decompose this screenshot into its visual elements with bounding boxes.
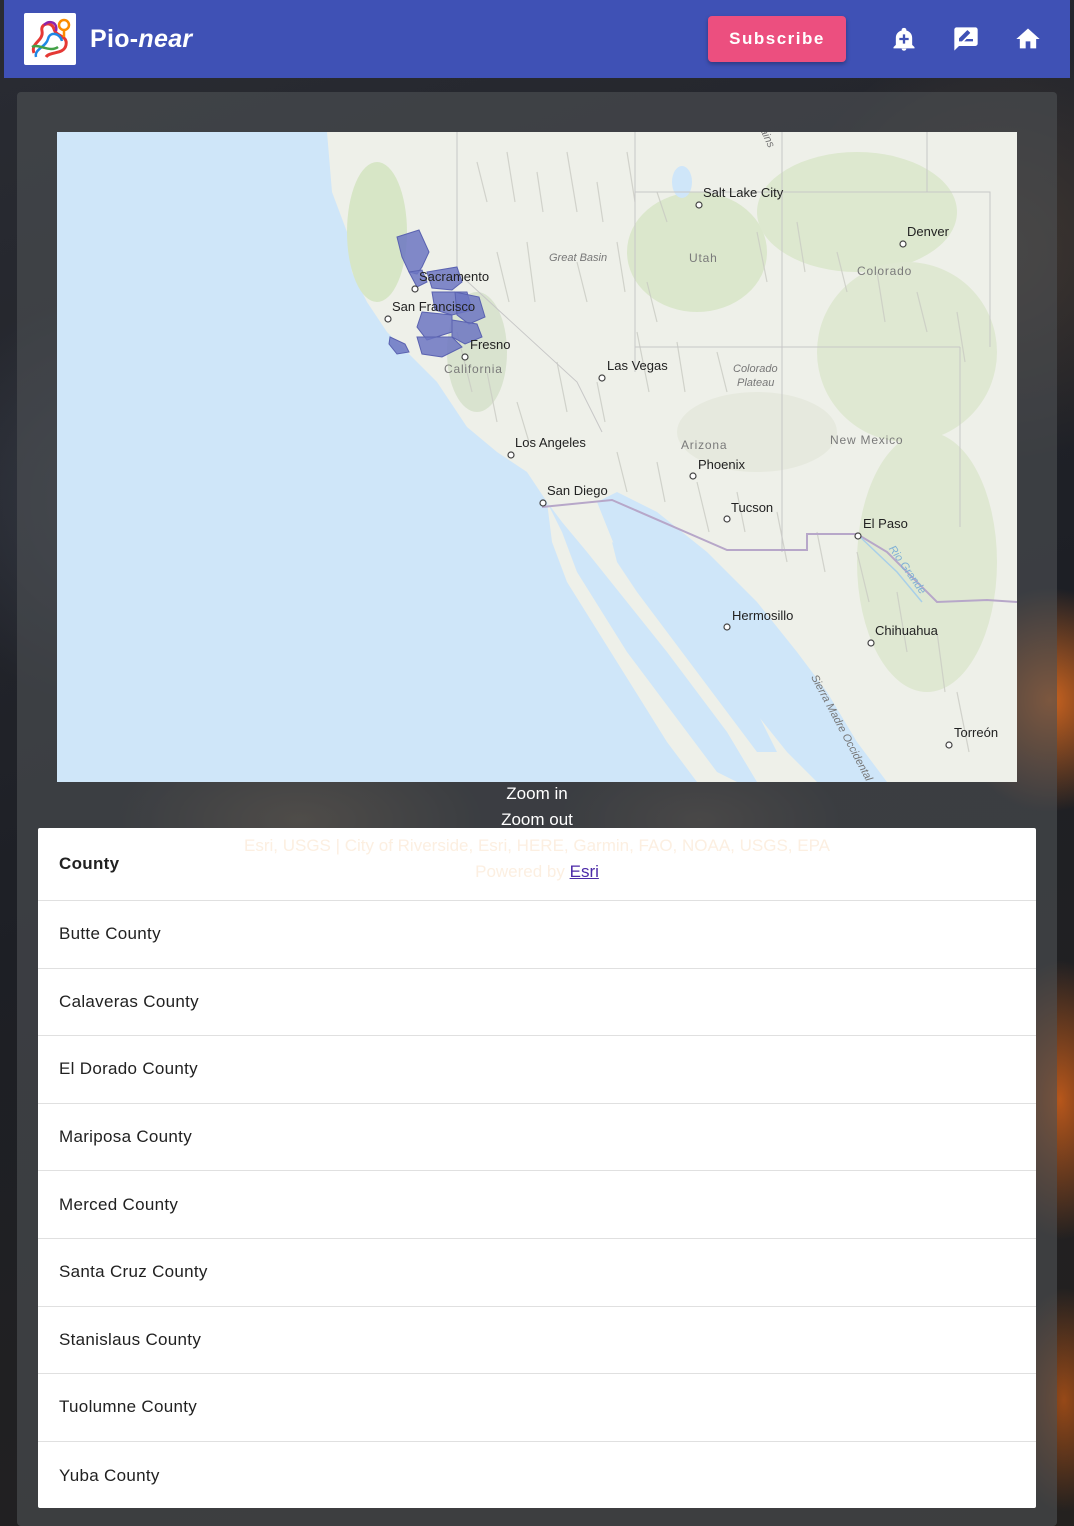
map-label-arizona: Arizona — [681, 438, 728, 452]
map-label-phoenix: Phoenix — [698, 457, 745, 472]
table-row[interactable]: Calaveras County — [38, 969, 1036, 1037]
map-label-tucson: Tucson — [731, 500, 774, 515]
table-row[interactable]: Merced County — [38, 1171, 1036, 1239]
map-label-san-francisco: San Francisco — [392, 299, 476, 314]
map-label-new-mexico: New Mexico — [830, 433, 904, 447]
map-label-san-diego: San Diego — [547, 483, 608, 498]
rate-review-icon — [954, 27, 978, 51]
map-label-hermosillo: Hermosillo — [732, 608, 794, 623]
table-row[interactable]: Yuba County — [38, 1442, 1036, 1510]
add-alert-icon — [893, 27, 915, 51]
table-row[interactable]: Butte County — [38, 901, 1036, 969]
county-table: County Butte County Calaveras County El … — [38, 828, 1036, 1508]
app-logo[interactable] — [24, 13, 76, 65]
table-row[interactable]: El Dorado County — [38, 1036, 1036, 1104]
map-label-fresno: Fresno — [470, 337, 511, 352]
powered-by-text: Powered by — [475, 862, 570, 881]
feedback-button[interactable] — [944, 17, 988, 61]
map-label-great-basin: Great Basin — [549, 252, 608, 264]
map-label-chihuahua: Chihuahua — [875, 623, 938, 638]
map-label-sacramento: Sacramento — [419, 269, 490, 284]
map-label-salt-lake-city: Salt Lake City — [703, 185, 784, 200]
map-label-colorado-plateau-2: Plateau — [737, 377, 775, 389]
home-button[interactable] — [1006, 17, 1050, 61]
map-label-denver: Denver — [907, 224, 949, 239]
app-header: Pio-near Subscribe — [4, 0, 1070, 78]
map-label-colorado: Colorado — [857, 264, 913, 278]
app-title[interactable]: Pio-near — [90, 25, 192, 54]
map-label-las-vegas: Las Vegas — [607, 358, 668, 373]
app-title-italic: near — [138, 24, 193, 53]
home-icon — [1016, 28, 1040, 49]
map-label-los-angeles: Los Angeles — [515, 435, 586, 450]
subscribe-button[interactable]: Subscribe — [708, 16, 846, 62]
map-label-torreon: Torreón — [954, 725, 999, 740]
map-label-el-paso: El Paso — [863, 516, 908, 531]
county-map[interactable]: ains Salt Lake City Denver Great Basin U… — [57, 132, 1017, 782]
basemap-drawing — [327, 132, 1017, 782]
powered-by: Powered by Esri — [0, 862, 1074, 882]
table-row[interactable]: Mariposa County — [38, 1104, 1036, 1172]
table-row[interactable]: Tuolumne County — [38, 1374, 1036, 1442]
logo-icon — [31, 18, 71, 59]
map-label-colorado-plateau-1: Colorado — [733, 363, 778, 375]
zoom-out-button[interactable]: Zoom out — [0, 810, 1074, 830]
table-row[interactable]: Stanislaus County — [38, 1307, 1036, 1375]
app-title-main: Pio- — [90, 24, 139, 53]
zoom-in-button[interactable]: Zoom in — [0, 784, 1074, 804]
esri-link[interactable]: Esri — [570, 862, 599, 881]
add-alert-button[interactable] — [882, 17, 926, 61]
map-label-california: California — [444, 362, 503, 376]
map-attribution: Esri, USGS | City of Riverside, Esri, HE… — [243, 836, 830, 855]
table-row[interactable]: Santa Cruz County — [38, 1239, 1036, 1307]
map-label-utah: Utah — [689, 251, 718, 265]
